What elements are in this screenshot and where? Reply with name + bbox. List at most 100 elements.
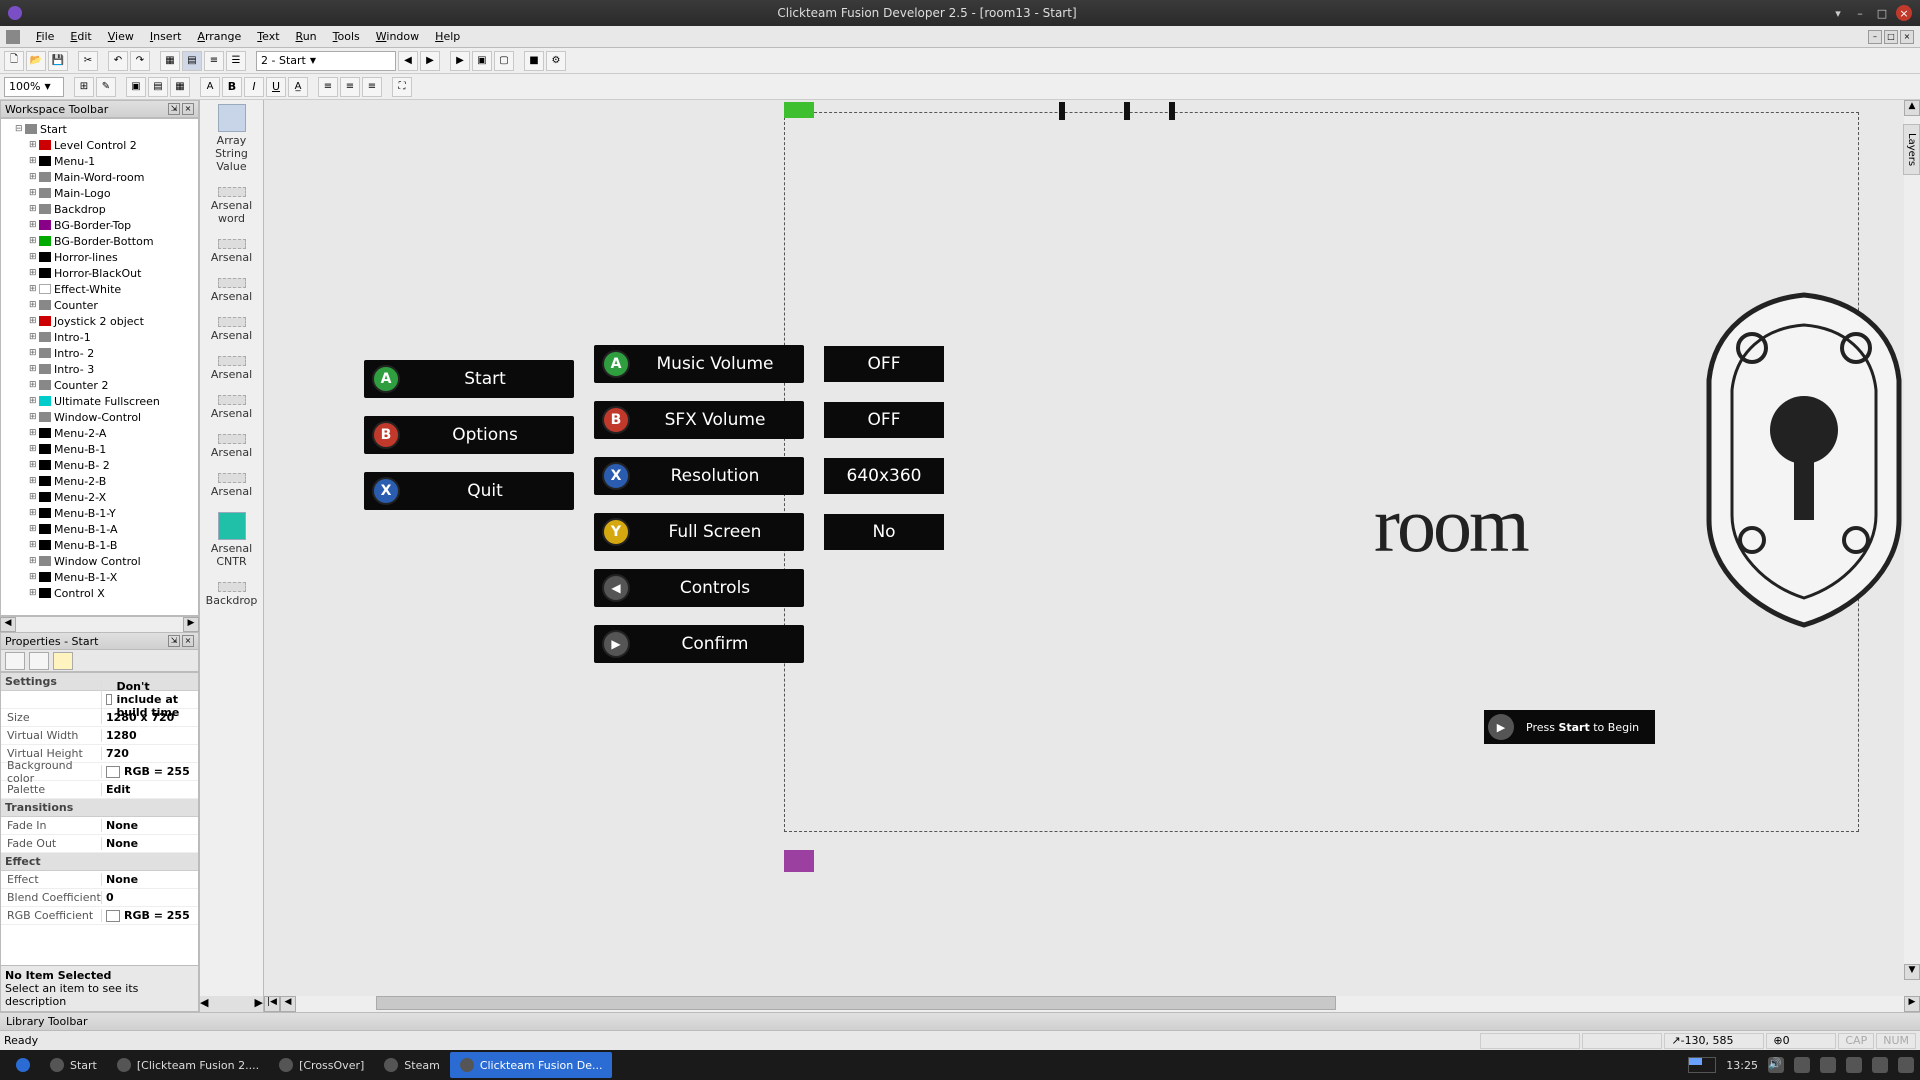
storyboard-editor-button[interactable]: ▦ bbox=[160, 51, 180, 71]
object-strip-item[interactable]: Arsenal bbox=[205, 278, 259, 303]
object-strip-item[interactable]: Arsenal bbox=[205, 434, 259, 459]
updates-icon[interactable] bbox=[1898, 1057, 1914, 1073]
bg-border-bottom-object[interactable] bbox=[784, 102, 814, 118]
tray-icon[interactable] bbox=[1872, 1057, 1888, 1073]
object-strip-item[interactable]: Arsenal CNTR bbox=[205, 512, 259, 568]
workspace-switcher[interactable] bbox=[1688, 1057, 1716, 1073]
tree-item-22[interactable]: ⊞Menu-2-X bbox=[1, 489, 198, 505]
prop-row[interactable]: Fade InNone bbox=[1, 817, 198, 835]
steam-tray-icon[interactable] bbox=[1794, 1057, 1810, 1073]
underline-button[interactable]: U bbox=[266, 77, 286, 97]
game-option-confirm[interactable]: ▶Confirm bbox=[594, 625, 804, 663]
view-mode2-button[interactable]: ▤ bbox=[148, 77, 168, 97]
main-logo-crest[interactable] bbox=[1694, 290, 1914, 630]
window-iconify-icon[interactable]: ▾ bbox=[1830, 5, 1846, 21]
run-frame-button[interactable]: ▢ bbox=[494, 51, 514, 71]
italic-button[interactable]: I bbox=[244, 77, 264, 97]
game-option-sfx-volume[interactable]: BSFX Volume bbox=[594, 401, 804, 439]
frame-size-button[interactable]: ⛶ bbox=[392, 77, 412, 97]
game-menu-options[interactable]: BOptions bbox=[364, 416, 574, 454]
run-application-button[interactable]: ▣ bbox=[472, 51, 492, 71]
taskbar-item-0[interactable]: Start bbox=[40, 1052, 107, 1078]
tree-item-5[interactable]: ⊞BG-Border-Top bbox=[1, 217, 198, 233]
object-strip-item[interactable]: Backdrop bbox=[205, 582, 259, 607]
menu-insert[interactable]: Insert bbox=[142, 28, 190, 45]
tree-item-13[interactable]: ⊞Intro- 2 bbox=[1, 345, 198, 361]
prev-frame-button[interactable]: ◀ bbox=[398, 51, 418, 71]
taskbar-item-1[interactable]: [Clickteam Fusion 2.... bbox=[107, 1052, 269, 1078]
object-strip-item[interactable]: Array String Value bbox=[205, 104, 259, 173]
tree-item-24[interactable]: ⊞Menu-B-1-A bbox=[1, 521, 198, 537]
tree-item-19[interactable]: ⊞Menu-B-1 bbox=[1, 441, 198, 457]
menu-tools[interactable]: Tools bbox=[325, 28, 368, 45]
game-option-value[interactable]: No bbox=[824, 514, 944, 550]
tree-item-4[interactable]: ⊞Backdrop bbox=[1, 201, 198, 217]
tree-item-15[interactable]: ⊞Counter 2 bbox=[1, 377, 198, 393]
prop-row[interactable]: Don't include at build time bbox=[1, 691, 198, 709]
tree-item-28[interactable]: ⊞Control X bbox=[1, 585, 198, 601]
event-editor-button[interactable]: ≡ bbox=[204, 51, 224, 71]
workspace-tree[interactable]: ⊟Start⊞Level Control 2⊞Menu-1⊞Main-Word-… bbox=[0, 118, 199, 616]
layers-toolbar-tab[interactable]: Layers bbox=[1903, 124, 1920, 175]
object-strip-item[interactable]: Arsenal bbox=[205, 473, 259, 498]
workspace-close-button[interactable]: × bbox=[182, 103, 194, 115]
tree-root-start[interactable]: ⊟Start bbox=[1, 121, 198, 137]
tree-item-18[interactable]: ⊞Menu-2-A bbox=[1, 425, 198, 441]
font-button[interactable]: A bbox=[200, 77, 220, 97]
game-option-controls[interactable]: ◀Controls bbox=[594, 569, 804, 607]
game-option-music-volume[interactable]: AMusic Volume bbox=[594, 345, 804, 383]
align-center-button[interactable]: ≡ bbox=[340, 77, 360, 97]
tree-item-16[interactable]: ⊞Ultimate Fullscreen bbox=[1, 393, 198, 409]
tree-item-3[interactable]: ⊞Main-Logo bbox=[1, 185, 198, 201]
stop-button[interactable]: ■ bbox=[524, 51, 544, 71]
menu-help[interactable]: Help bbox=[427, 28, 468, 45]
tree-item-1[interactable]: ⊞Menu-1 bbox=[1, 153, 198, 169]
discord-tray-icon[interactable] bbox=[1846, 1057, 1862, 1073]
prop-row[interactable]: EffectNone bbox=[1, 871, 198, 889]
text-color-button[interactable]: A̲ bbox=[288, 77, 308, 97]
tree-item-11[interactable]: ⊞Joystick 2 object bbox=[1, 313, 198, 329]
menu-edit[interactable]: Edit bbox=[62, 28, 99, 45]
event-list-editor-button[interactable]: ☰ bbox=[226, 51, 246, 71]
object-strip-item[interactable]: Arsenal bbox=[205, 239, 259, 264]
align-left-button[interactable]: ≡ bbox=[318, 77, 338, 97]
menu-arrange[interactable]: Arrange bbox=[189, 28, 249, 45]
menu-run[interactable]: Run bbox=[288, 28, 325, 45]
canvas-viewport[interactable]: ▲▼ Layers AStartBOptionsXQuit AMusic Vol… bbox=[264, 100, 1920, 996]
tree-item-6[interactable]: ⊞BG-Border-Bottom bbox=[1, 233, 198, 249]
properties-tab-2[interactable] bbox=[29, 652, 49, 670]
menu-text[interactable]: Text bbox=[249, 28, 287, 45]
game-option-full-screen[interactable]: YFull Screen bbox=[594, 513, 804, 551]
bluetooth-icon[interactable] bbox=[1820, 1057, 1836, 1073]
menu-window[interactable]: Window bbox=[368, 28, 427, 45]
build-button[interactable]: ⚙ bbox=[546, 51, 566, 71]
object-strip[interactable]: Array String ValueArsenal wordArsenalArs… bbox=[200, 100, 264, 1012]
tree-item-12[interactable]: ⊞Intro-1 bbox=[1, 329, 198, 345]
game-menu-quit[interactable]: XQuit bbox=[364, 472, 574, 510]
taskbar-item-3[interactable]: Steam bbox=[374, 1052, 450, 1078]
prop-row[interactable]: RGB CoefficientRGB = 255 bbox=[1, 907, 198, 925]
prop-row[interactable]: Fade OutNone bbox=[1, 835, 198, 853]
frame-selector-combo[interactable]: 2 - Start▼ bbox=[256, 51, 396, 71]
mdi-restore-button[interactable]: □ bbox=[1884, 30, 1898, 44]
tree-item-27[interactable]: ⊞Menu-B-1-X bbox=[1, 569, 198, 585]
save-button[interactable]: 💾 bbox=[48, 51, 68, 71]
tree-item-26[interactable]: ⊞Window Control bbox=[1, 553, 198, 569]
game-menu-start[interactable]: AStart bbox=[364, 360, 574, 398]
undo-button[interactable]: ↶ bbox=[108, 51, 128, 71]
prop-row[interactable]: Size1280 x 720 bbox=[1, 709, 198, 727]
prop-row[interactable]: Blend Coefficient0 bbox=[1, 889, 198, 907]
properties-tab-3[interactable] bbox=[53, 652, 73, 670]
prop-row[interactable]: Virtual Width1280 bbox=[1, 727, 198, 745]
canvas-hscroll[interactable]: |◀◀▶ bbox=[264, 996, 1920, 1012]
tree-item-21[interactable]: ⊞Menu-2-B bbox=[1, 473, 198, 489]
tree-item-9[interactable]: ⊞Effect-White bbox=[1, 281, 198, 297]
tree-item-0[interactable]: ⊞Level Control 2 bbox=[1, 137, 198, 153]
tree-item-7[interactable]: ⊞Horror-lines bbox=[1, 249, 198, 265]
game-option-value[interactable]: OFF bbox=[824, 346, 944, 382]
mdi-close-button[interactable]: × bbox=[1900, 30, 1914, 44]
tree-item-2[interactable]: ⊞Main-Word-room bbox=[1, 169, 198, 185]
os-start-menu-button[interactable] bbox=[6, 1052, 40, 1078]
next-frame-button[interactable]: ▶ bbox=[420, 51, 440, 71]
tree-item-8[interactable]: ⊞Horror-BlackOut bbox=[1, 265, 198, 281]
